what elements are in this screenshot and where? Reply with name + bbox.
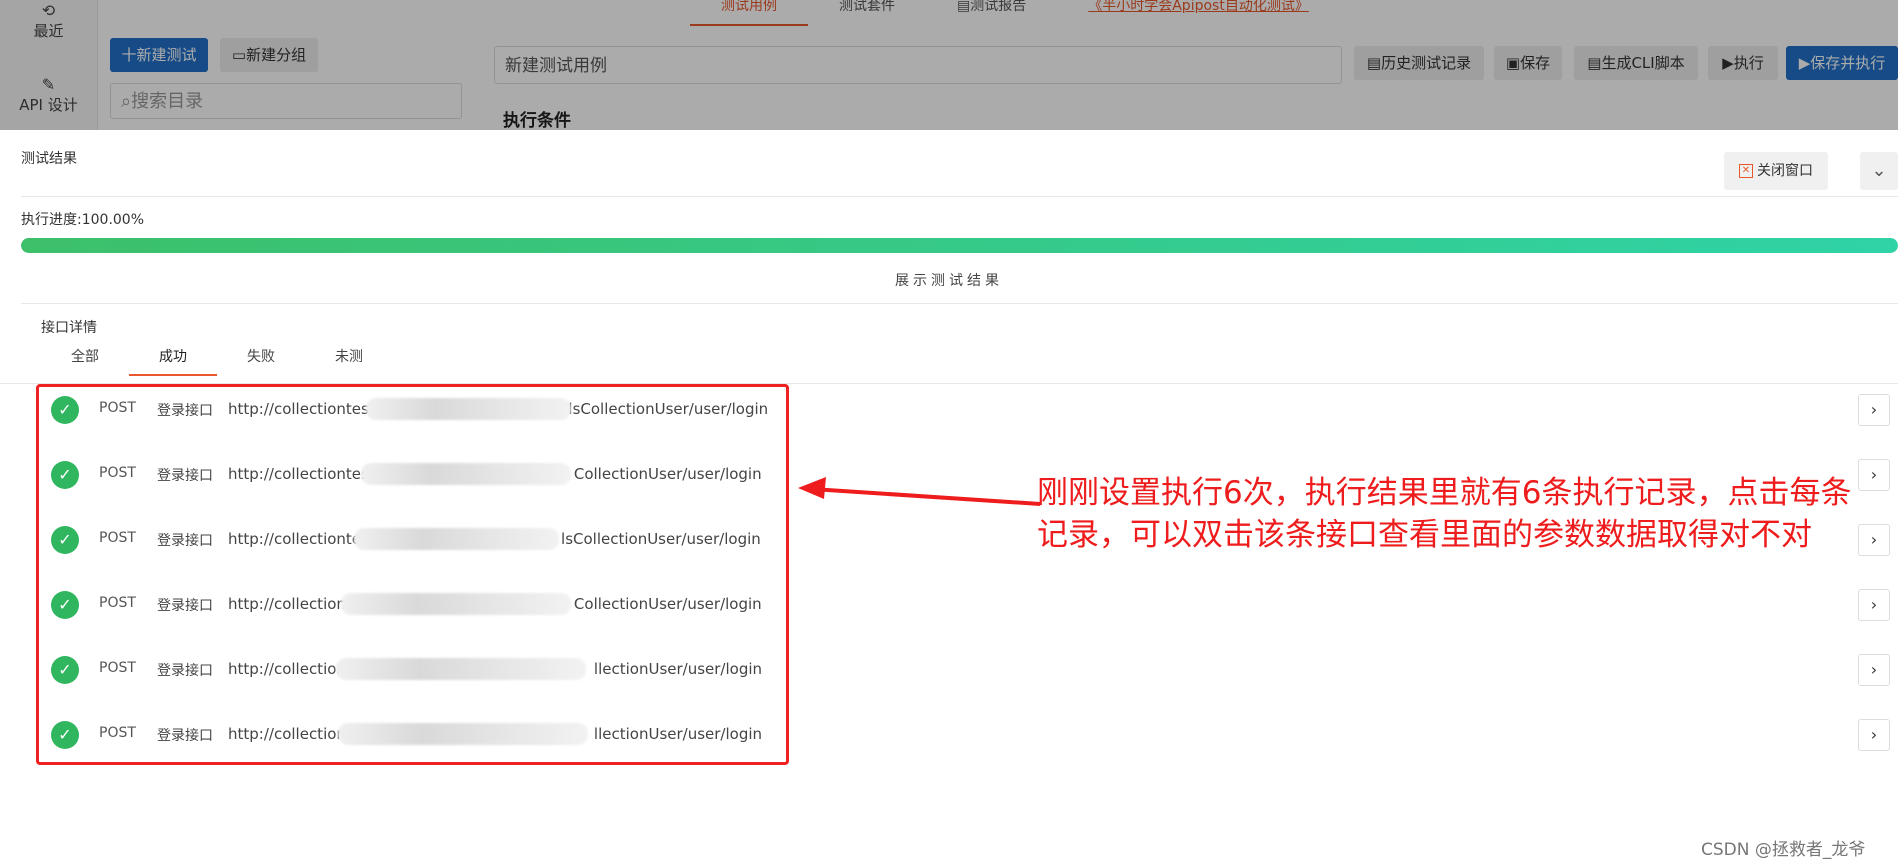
watermark: CSDN @拯救者_龙爷 — [1701, 840, 1866, 860]
arrow-head — [798, 477, 826, 499]
arrow-shaft — [811, 487, 1041, 506]
annotation-text: 刚刚设置执行6次，执行结果里就有6条执行记录，点击每条记录，可以双击该条接口查看… — [1037, 475, 1852, 553]
annotation-arrow — [798, 477, 1041, 506]
